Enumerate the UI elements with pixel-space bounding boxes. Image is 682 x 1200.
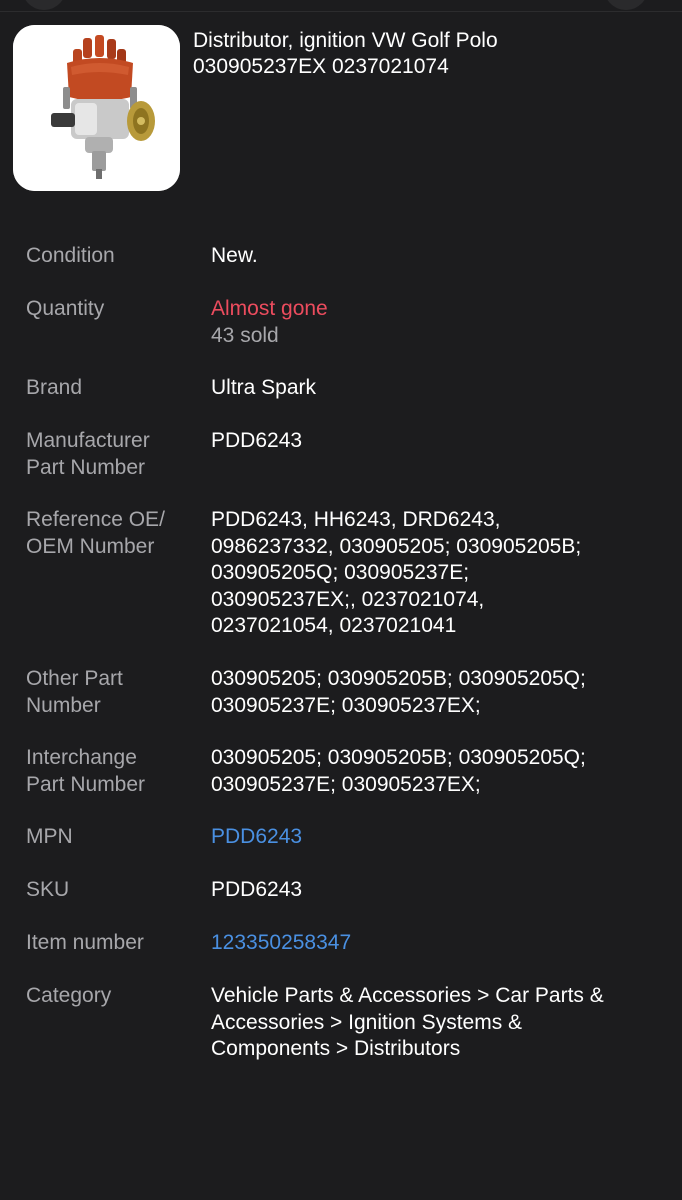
category-label: Category xyxy=(26,984,112,1007)
reference-oe-value-line-1: PDD6243, HH6243, DRD6243, xyxy=(211,508,501,531)
quantity-value: Almost gone 43 sold xyxy=(211,296,661,349)
quantity-sold: 43 sold xyxy=(211,323,279,347)
brand-label: Brand xyxy=(26,376,83,399)
top-bar xyxy=(0,0,682,12)
category-value: Vehicle Parts & Accessories > Car Parts … xyxy=(211,983,661,1063)
item-number-label: Item number xyxy=(26,931,144,954)
reference-oe-value-line-2: 0986237332, 030905205; 030905205B; xyxy=(211,534,582,558)
item-number-link[interactable]: 123350258347 xyxy=(211,930,661,957)
reference-oe-label: Reference OE/ OEM Number xyxy=(26,507,196,560)
reference-oe-value-line-3: 030905205Q; 030905237E; xyxy=(211,561,470,584)
product-title-line-1: Distributor, ignition VW Golf Polo xyxy=(193,29,498,52)
quantity-label: Quantity xyxy=(26,297,105,320)
reference-oe-value: PDD6243, HH6243, DRD6243, 0986237332, 03… xyxy=(211,507,661,640)
category-value-line-1: Vehicle Parts & Accessories > Car Parts … xyxy=(211,984,604,1007)
product-header: Distributor, ignition VW Golf Polo 03090… xyxy=(13,25,673,193)
other-part-number-label-line-1: Other Part xyxy=(26,667,123,690)
other-part-number-value: 030905205; 030905205B; 030905205Q; 03090… xyxy=(211,666,661,719)
category-value-line-2: Accessories > Ignition Systems & xyxy=(211,1010,523,1034)
distributor-image xyxy=(13,25,180,191)
manufacturer-part-number-label-line-2: Part Number xyxy=(26,455,146,479)
condition-value: New. xyxy=(211,244,258,267)
condition-label: Condition xyxy=(26,244,115,267)
reference-oe-label-line-1: Reference OE/ xyxy=(26,508,165,531)
product-thumbnail[interactable] xyxy=(13,25,180,191)
sku-value: PDD6243 xyxy=(211,878,303,901)
reference-oe-value-line-4: 030905237EX;, 0237021074, xyxy=(211,587,485,611)
brand-value: Ultra Spark xyxy=(211,376,317,399)
reference-oe-label-line-2: OEM Number xyxy=(26,534,155,558)
mpn-label: MPN xyxy=(26,825,73,848)
interchange-part-number-label-line-1: Interchange xyxy=(26,746,137,769)
back-button[interactable] xyxy=(22,0,66,10)
product-title-line-2: 030905237EX 0237021074 xyxy=(193,55,449,78)
mpn-link[interactable]: PDD6243 xyxy=(211,824,661,851)
interchange-part-number-value: 030905205; 030905205B; 030905205Q; 03090… xyxy=(211,745,661,798)
interchange-part-number-label-line-2: Part Number xyxy=(26,772,146,796)
interchange-part-number-value-line-2: 030905237E; 030905237EX; xyxy=(211,772,481,796)
manufacturer-part-number-value: PDD6243 xyxy=(211,429,303,452)
reference-oe-value-line-5: 0237021054, 0237021041 xyxy=(211,614,457,637)
manufacturer-part-number-label: Manufacturer Part Number xyxy=(26,428,196,481)
other-part-number-label: Other Part Number xyxy=(26,666,196,719)
sku-label: SKU xyxy=(26,878,70,901)
interchange-part-number-value-line-1: 030905205; 030905205B; 030905205Q; xyxy=(211,746,586,769)
other-part-number-value-line-2: 030905237E; 030905237EX; xyxy=(211,693,481,717)
interchange-part-number-label: Interchange Part Number xyxy=(26,745,196,798)
manufacturer-part-number-label-line-1: Manufacturer xyxy=(26,429,150,452)
category-value-line-3: Components > Distributors xyxy=(211,1037,461,1060)
product-title: Distributor, ignition VW Golf Polo 03090… xyxy=(193,28,663,80)
more-button[interactable] xyxy=(604,0,648,10)
other-part-number-label-line-2: Number xyxy=(26,693,101,717)
other-part-number-value-line-1: 030905205; 030905205B; 030905205Q; xyxy=(211,667,586,690)
quantity-status: Almost gone xyxy=(211,297,328,320)
